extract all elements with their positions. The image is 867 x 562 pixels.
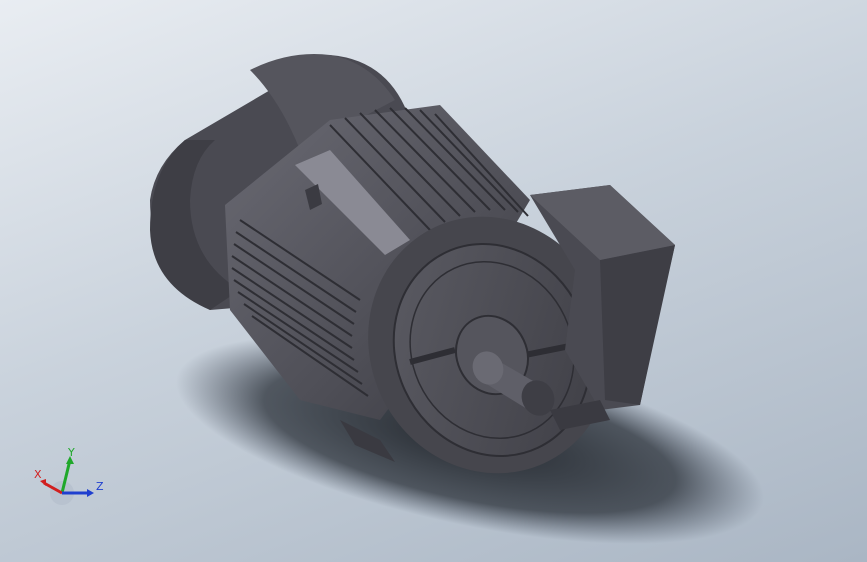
triad-z-arrow (87, 489, 94, 497)
motor-3d-model[interactable] (0, 0, 867, 562)
triad-x-label: X (34, 468, 42, 481)
triad-z-label: Z (96, 480, 104, 493)
graphics-viewport[interactable]: X Y Z (0, 0, 867, 562)
triad-y-label: Y (67, 448, 75, 459)
coordinate-triad: X Y Z (34, 448, 104, 505)
